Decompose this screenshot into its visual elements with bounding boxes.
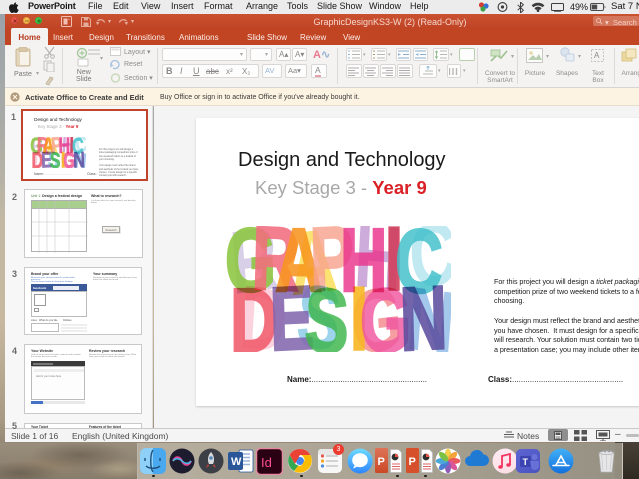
svg-text:N: N <box>399 267 449 352</box>
svg-text:A: A <box>594 51 600 60</box>
svg-text:P: P <box>409 456 416 468</box>
svg-text:S: S <box>50 148 61 168</box>
svg-text:T: T <box>523 457 529 467</box>
svg-text:P: P <box>378 456 385 468</box>
svg-text:S: S <box>304 270 350 352</box>
svg-text:W: W <box>231 456 242 468</box>
svg-text:N: N <box>73 148 85 168</box>
svg-text:Id: Id <box>261 455 272 470</box>
